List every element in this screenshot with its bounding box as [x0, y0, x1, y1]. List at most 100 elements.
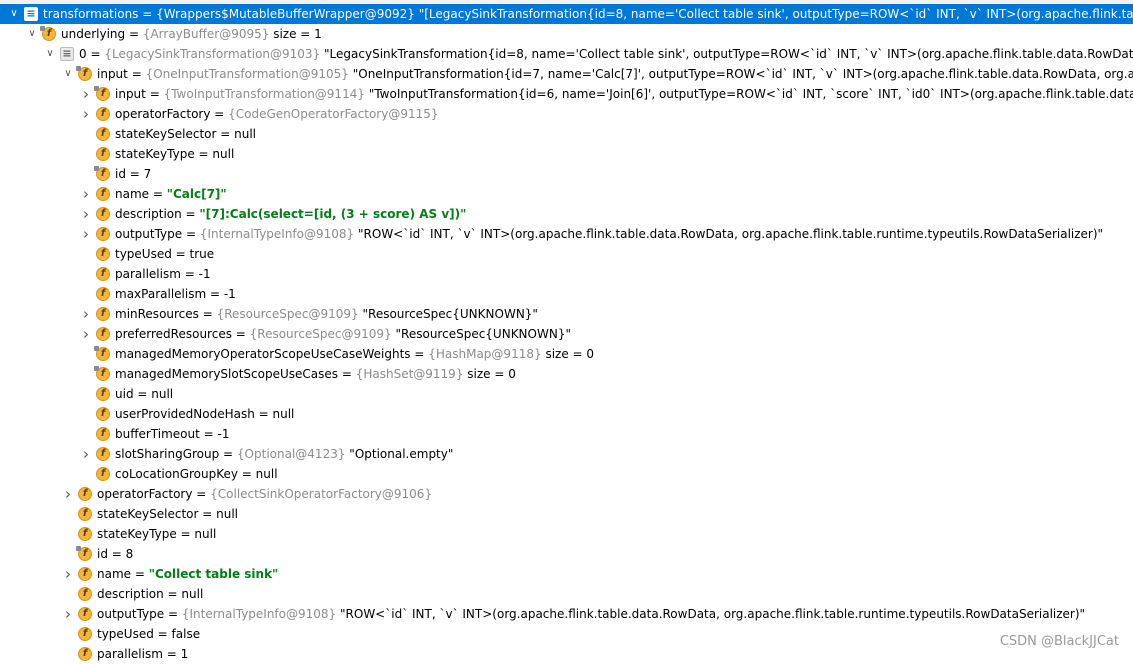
tree-row[interactable]: ∨ ≡ transformations = {Wrappers$MutableBuf… [0, 4, 1133, 24]
tree-row[interactable]: f stateKeySelector = null [0, 124, 1133, 144]
final-field-icon: f [76, 546, 92, 561]
chevron-down-icon[interactable]: ∨ [26, 24, 38, 44]
variable-name: stateKeySelector [97, 507, 199, 521]
variable-value: null [234, 127, 257, 141]
object-reference: {HashSet@9119} [355, 367, 464, 381]
field-icon: f [78, 527, 92, 541]
tree-row[interactable]: f id = 8 [0, 544, 1133, 564]
variable-name: bufferTimeout [115, 427, 200, 441]
tree-row[interactable]: f maxParallelism = -1 [0, 284, 1133, 304]
tree-row[interactable]: f bufferTimeout = -1 [0, 424, 1133, 444]
tree-row[interactable]: › f slotSharingGroup = {Optional@4123} "Op… [0, 444, 1133, 464]
field-icon: f [96, 287, 110, 301]
variable-name: 0 [79, 47, 87, 61]
tree-row-text: 0 = {LegacySinkTransformation@9103} "Leg… [79, 44, 1133, 64]
tree-row-text: uid = null [115, 387, 174, 401]
tree-row[interactable]: f typeUsed = true [0, 244, 1133, 264]
variable-name: maxParallelism [115, 287, 207, 301]
chevron-right-icon[interactable]: › [80, 304, 92, 324]
tree-row-text: managedMemorySlotScopeUseCases = {HashSe… [115, 367, 516, 381]
variable-name: operatorFactory [97, 487, 193, 501]
chevron-right-icon[interactable]: › [80, 104, 92, 124]
variable-name: managedMemorySlotScopeUseCases [115, 367, 339, 381]
chevron-down-icon[interactable]: ∨ [44, 44, 56, 64]
chevron-right-icon[interactable]: › [80, 204, 92, 224]
variable-value: null [255, 467, 278, 481]
chevron-down-icon[interactable]: ∨ [8, 4, 20, 24]
tree-row-text: description = null [97, 587, 204, 601]
chevron-right-icon[interactable]: › [80, 444, 92, 464]
tree-row[interactable]: f stateKeyType = null [0, 524, 1133, 544]
tree-row[interactable]: › f name = "Calc[7]" [0, 184, 1133, 204]
tree-row[interactable]: f id = 7 [0, 164, 1133, 184]
tree-row[interactable]: f userProvidedNodeHash = null [0, 404, 1133, 424]
field-icon: f [78, 487, 92, 501]
tree-row[interactable]: f description = null [0, 584, 1133, 604]
chevron-right-icon[interactable]: › [80, 84, 92, 104]
tree-row[interactable]: ∨ f input = {OneInputTransformation@9105} … [0, 64, 1133, 84]
chevron-right-icon[interactable]: › [62, 484, 74, 504]
variable-value: null [194, 527, 217, 541]
variable-name: underlying [61, 27, 126, 41]
tree-row[interactable]: › f name = "Collect table sink" [0, 564, 1133, 584]
object-reference: {Wrappers$MutableBufferWrapper@9092} [156, 7, 415, 21]
object-reference: {HashMap@9118} [428, 347, 542, 361]
field-icon: f [78, 567, 92, 581]
tree-row[interactable]: › f minResources = {ResourceSpec@9109} "Re… [0, 304, 1133, 324]
variable-name: stateKeyType [97, 527, 177, 541]
variable-value: "ResourceSpec{UNKNOWN}" [395, 327, 571, 341]
variable-name: transformations [43, 7, 139, 21]
variable-value: "Optional.empty" [349, 447, 454, 461]
variable-name: typeUsed [115, 247, 172, 261]
field-icon: f [96, 447, 110, 461]
tree-row[interactable]: › f outputType = {InternalTypeInfo@9108} "… [0, 224, 1133, 244]
field-icon: f [78, 507, 92, 521]
tree-row-text: id = 7 [115, 167, 152, 181]
field-icon: f [96, 127, 110, 141]
variable-value: -1 [217, 427, 230, 441]
tree-row[interactable]: f uid = null [0, 384, 1133, 404]
object-reference: {ResourceSpec@9109} [216, 307, 359, 321]
variable-name: userProvidedNodeHash [115, 407, 255, 421]
chevron-right-icon[interactable]: › [80, 324, 92, 344]
tree-row[interactable]: f parallelism = 1 [0, 644, 1133, 664]
tree-row[interactable]: f typeUsed = false [0, 624, 1133, 644]
tree-row[interactable]: › f description = "[7]:Calc(select=[id, (3… [0, 204, 1133, 224]
chevron-right-icon[interactable]: › [80, 184, 92, 204]
variable-name: input [115, 87, 146, 101]
tree-row[interactable]: › f input = {TwoInputTransformation@9114} … [0, 84, 1133, 104]
variable-value: null [181, 587, 204, 601]
variable-name: name [115, 187, 150, 201]
chevron-right-icon[interactable]: › [62, 604, 74, 624]
tree-row[interactable]: › f outputType = {InternalTypeInfo@9108} "… [0, 604, 1133, 624]
variable-value: "[LegacySinkTransformation{id=8, name='C… [418, 7, 1133, 21]
variables-tree[interactable]: ∨ ≡ transformations = {Wrappers$MutableBuf… [0, 4, 1133, 664]
variable-name: outputType [115, 227, 183, 241]
tree-row[interactable]: ∨ ≡ 0 = {LegacySinkTransformation@9103} "L… [0, 44, 1133, 64]
tree-row[interactable]: f managedMemoryOperatorScopeUseCaseWeight… [0, 344, 1133, 364]
tree-row[interactable]: ∨ f underlying = {ArrayBuffer@9095} size =… [0, 24, 1133, 44]
field-icon: f [96, 327, 110, 341]
field-icon: f [96, 227, 110, 241]
tree-row[interactable]: › f preferredResources = {ResourceSpec@910… [0, 324, 1133, 344]
chevron-down-icon[interactable]: ∨ [62, 64, 74, 84]
tree-row-text: parallelism = 1 [97, 647, 189, 661]
tree-row[interactable]: f coLocationGroupKey = null [0, 464, 1133, 484]
tree-row[interactable]: › f operatorFactory = {CodeGenOperatorFact… [0, 104, 1133, 124]
chevron-right-icon[interactable]: › [62, 564, 74, 584]
tree-row[interactable]: f stateKeyType = null [0, 144, 1133, 164]
tree-row-text: input = {OneInputTransformation@9105} "O… [97, 64, 1133, 84]
tree-row-text: id = 8 [97, 547, 134, 561]
field-icon: f [96, 207, 110, 221]
tree-row[interactable]: f stateKeySelector = null [0, 504, 1133, 524]
chevron-right-icon[interactable]: › [80, 224, 92, 244]
tree-row[interactable]: f parallelism = -1 [0, 264, 1133, 284]
variable-value: size = 0 [467, 367, 516, 381]
object-reference: {CodeGenOperatorFactory@9115} [228, 107, 439, 121]
variable-value: "ResourceSpec{UNKNOWN}" [362, 307, 538, 321]
tree-row-text: outputType = {InternalTypeInfo@9108} "RO… [97, 607, 1086, 621]
field-icon: f [96, 427, 110, 441]
tree-row[interactable]: › f operatorFactory = {CollectSinkOperator… [0, 484, 1133, 504]
variable-value: "[7]:Calc(select=[id, (3 + score) AS v])… [199, 207, 467, 221]
tree-row[interactable]: f managedMemorySlotScopeUseCases = {HashS… [0, 364, 1133, 384]
